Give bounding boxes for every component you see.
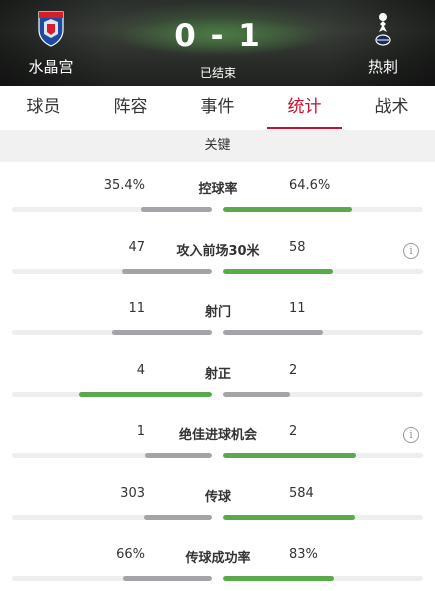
match-score: 0 - 1: [174, 18, 262, 54]
section-header: 关键: [0, 130, 435, 162]
stat-label: 射正: [204, 366, 231, 382]
stat-row: 35.4% 控球率 64.6%: [0, 162, 435, 224]
stat-row: 303 传球 584: [0, 470, 435, 532]
home-bar-fill: [112, 330, 212, 335]
tab-tactics[interactable]: 战术: [348, 86, 435, 130]
home-stat-value: 1: [136, 424, 145, 439]
away-bar-track: [223, 268, 423, 274]
stat-label: 传球成功率: [185, 551, 251, 566]
tab-events[interactable]: 事件: [174, 86, 261, 130]
away-bar-fill: [223, 453, 357, 458]
home-bar-track: [12, 207, 212, 212]
stat-label: 射门: [204, 305, 231, 320]
stat-row: 4 射正 2: [0, 347, 435, 409]
home-bar-fill: [78, 391, 212, 397]
away-bar-track: [223, 514, 423, 520]
home-stat-value: 4: [136, 362, 145, 378]
stat-label: 控球率: [198, 182, 238, 197]
tottenham-crest-icon: [375, 13, 391, 46]
away-team-name: 热刺: [367, 58, 398, 76]
tab-stats[interactable]: 统计: [261, 86, 348, 130]
stat-row: 47 攻入前场30米 58 i: [0, 224, 435, 286]
away-bar-fill: [223, 207, 353, 212]
home-bar-track: [12, 268, 212, 274]
away-bar-fill: [223, 391, 290, 397]
match-status: 已结束: [199, 66, 236, 80]
stats-list: 35.4% 控球率 64.6% 47 攻入前场30米 58 i 11 射门 11 4 射正 2 1 绝佳进球…: [0, 162, 435, 591]
stat-row: 11 射门 11: [0, 285, 435, 347]
stat-label: 绝佳进球机会: [178, 428, 257, 443]
away-bar-fill: [223, 514, 355, 520]
home-bar-track: [12, 391, 212, 397]
home-stat-value: 47: [128, 239, 145, 255]
info-icon[interactable]: i: [403, 427, 419, 443]
crystal-palace-crest-icon: [38, 11, 64, 47]
home-bar-track: [12, 330, 212, 335]
match-header: 水晶宫 0 - 1 已结束 热刺: [0, 0, 435, 86]
home-bar-fill: [123, 576, 212, 581]
home-stat-value: 66%: [116, 547, 145, 562]
tab-lineup[interactable]: 阵容: [87, 86, 174, 130]
home-stat-value: 303: [120, 485, 145, 501]
stat-row: 1 绝佳进球机会 2 i: [0, 408, 435, 470]
home-team-name: 水晶宫: [28, 58, 74, 76]
home-bar-fill: [122, 268, 212, 274]
away-stat-value: 64.6%: [289, 178, 331, 193]
away-bar-fill: [223, 268, 333, 274]
home-bar-track: [12, 514, 212, 520]
away-stat-value: 83%: [289, 547, 318, 562]
tab-players[interactable]: 球员: [0, 86, 87, 130]
info-icon[interactable]: i: [403, 242, 419, 259]
away-stat-value: 11: [289, 301, 306, 316]
away-stat-value: 584: [289, 485, 314, 501]
home-bar-fill: [145, 453, 212, 458]
home-stat-value: 35.4%: [103, 178, 145, 193]
away-bar-track: [223, 330, 423, 335]
stat-row: 66% 传球成功率 83%: [0, 531, 435, 591]
home-stat-value: 11: [128, 301, 145, 316]
away-bar-track: [223, 453, 423, 458]
away-stat-value: 2: [289, 424, 298, 439]
tab-bar: 球员 阵容 事件 统计 战术: [0, 86, 435, 130]
home-bar-fill: [141, 207, 212, 212]
home-team[interactable]: 水晶宫: [16, 10, 86, 77]
away-stat-value: 58: [289, 239, 306, 255]
away-bar-track: [223, 391, 423, 397]
away-bar-fill: [223, 576, 335, 581]
away-bar-track: [223, 576, 423, 581]
away-stat-value: 2: [289, 362, 298, 378]
away-bar-track: [223, 207, 423, 212]
stat-label: 攻入前场30米: [176, 243, 260, 259]
away-team[interactable]: 热刺: [348, 10, 418, 77]
home-bar-fill: [143, 514, 212, 520]
away-bar-fill: [223, 330, 323, 335]
home-bar-track: [12, 453, 212, 458]
stat-label: 传球: [204, 489, 231, 505]
home-bar-track: [12, 576, 212, 581]
